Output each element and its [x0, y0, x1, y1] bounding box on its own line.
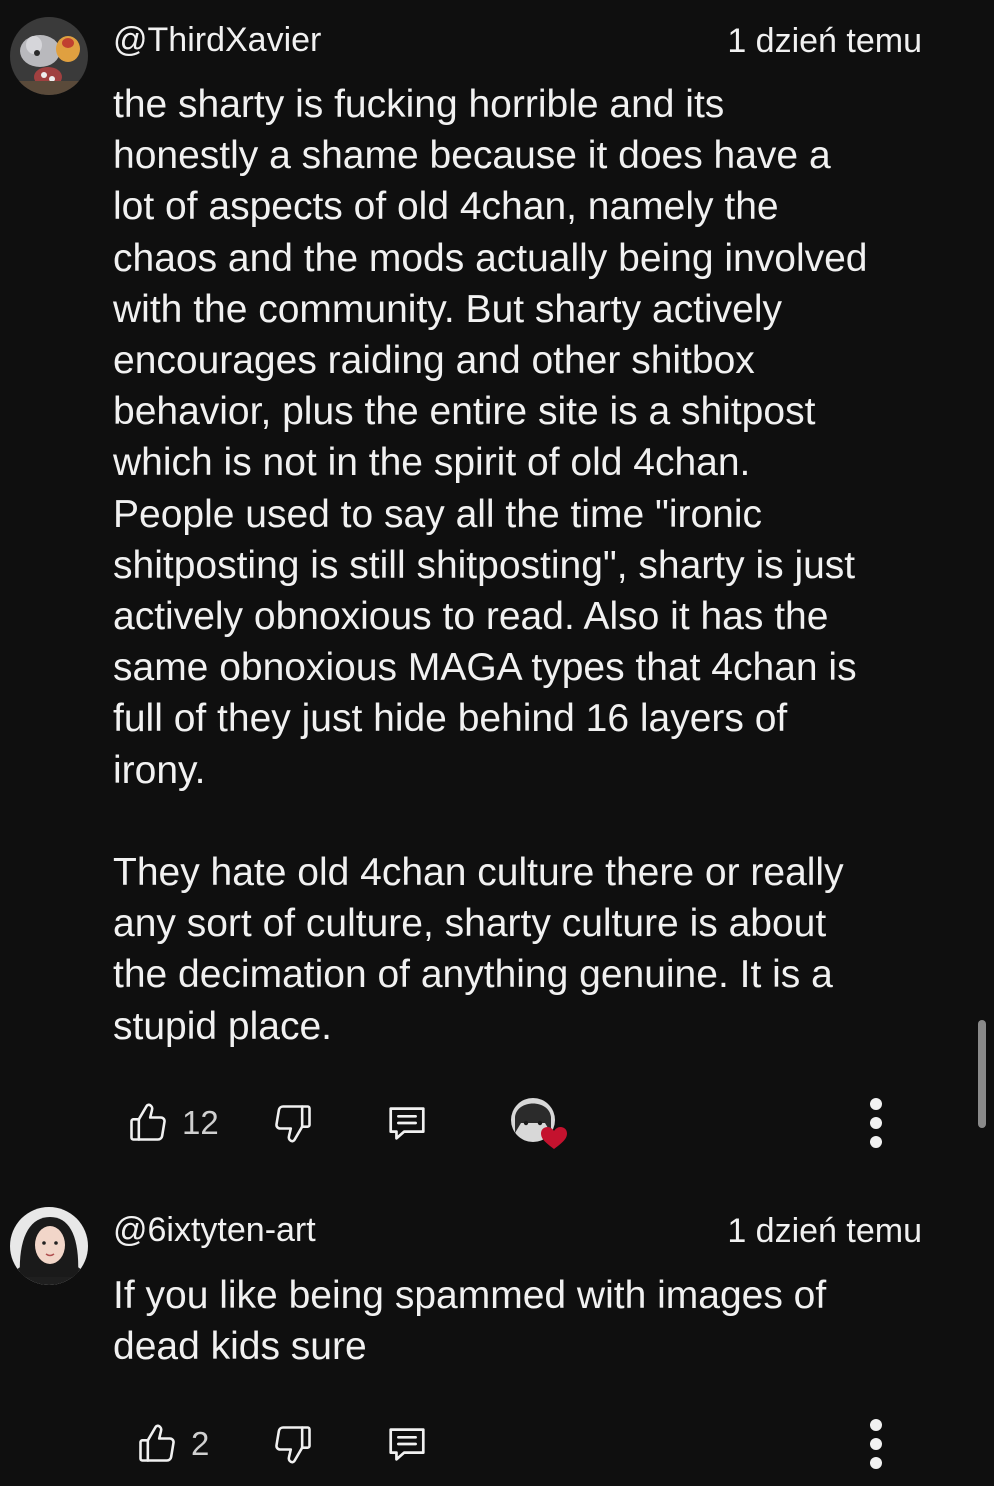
creator-heart — [507, 1093, 571, 1153]
comment-author[interactable]: @ThirdXavier — [113, 21, 321, 60]
like-button[interactable]: 12 — [126, 1093, 219, 1153]
more-options-button[interactable] — [862, 1414, 890, 1474]
scrollbar[interactable] — [978, 1020, 986, 1128]
comment-text-line: People used to say all the time "ironic — [113, 492, 763, 536]
like-button[interactable]: 2 — [135, 1414, 209, 1474]
comment-action-bar: 12 — [0, 1093, 994, 1153]
thumbs-down-icon — [275, 1426, 311, 1464]
like-count: 2 — [191, 1425, 210, 1462]
comment-text: If you like being spammed with images of… — [113, 1270, 963, 1372]
comment-text-line: They hate old 4chan culture there or rea… — [113, 851, 844, 895]
comment-text-line: dead kids sure — [113, 1325, 367, 1369]
creator-heart-icon — [511, 1098, 567, 1149]
thumbs-up-icon — [130, 1103, 166, 1141]
comment-text-line: any sort of culture, sharty culture is a… — [113, 902, 827, 946]
avatar[interactable] — [10, 17, 88, 95]
comment-text-line: shitposting is still shitposting", shart… — [113, 543, 856, 587]
comment-text-line: stupid place. — [113, 1004, 332, 1048]
thumbs-up-icon — [139, 1424, 175, 1462]
comment-text-line: with the community. But sharty actively — [113, 287, 783, 331]
comment-timestamp: 1 dzień temu — [727, 1212, 922, 1250]
comment-text-line: full of they just hide behind 16 layers … — [113, 697, 788, 741]
more-vertical-icon — [870, 1098, 882, 1148]
reply-icon — [389, 1428, 425, 1461]
comment-text-line: the decimation of anything genuine. It i… — [113, 953, 833, 997]
comment-text-line: actively obnoxious to read. Also it has … — [113, 595, 829, 639]
comment-text: the sharty is fucking horrible and its h… — [113, 79, 963, 1052]
comment-text-line: same obnoxious MAGA types that 4chan is — [113, 646, 857, 690]
comment-action-bar: 2 — [0, 1414, 994, 1474]
reply-icon — [389, 1107, 425, 1140]
more-vertical-icon — [870, 1419, 882, 1469]
comment-text-line: behavior, plus the entire site is a shit… — [113, 390, 816, 434]
thumbs-down-icon — [275, 1105, 311, 1143]
avatar[interactable] — [10, 1207, 88, 1285]
comment-text-line: which is not in the spirit of old 4chan. — [113, 441, 751, 485]
comment-text-line: the sharty is fucking horrible and its — [113, 83, 725, 126]
reply-button[interactable] — [384, 1093, 430, 1153]
reply-button[interactable] — [384, 1414, 430, 1474]
comment-text-line: honestly a shame because it does have a — [113, 134, 831, 178]
dislike-button[interactable] — [271, 1093, 315, 1153]
comment-timestamp: 1 dzień temu — [727, 22, 922, 60]
comment-author[interactable]: @6ixtyten-art — [113, 1211, 316, 1250]
comment-text-line: encourages raiding and other shitbox — [113, 339, 755, 383]
comment-text-line: chaos and the mods actually being involv… — [113, 236, 868, 280]
more-options-button[interactable] — [862, 1093, 890, 1153]
like-count: 12 — [182, 1104, 219, 1141]
comment-text-line: irony. — [113, 748, 206, 792]
dislike-button[interactable] — [271, 1414, 315, 1474]
comment-text-line: If you like being spammed with images of — [113, 1274, 827, 1317]
comment-text-line: lot of aspects of old 4chan, namely the — [113, 185, 779, 229]
